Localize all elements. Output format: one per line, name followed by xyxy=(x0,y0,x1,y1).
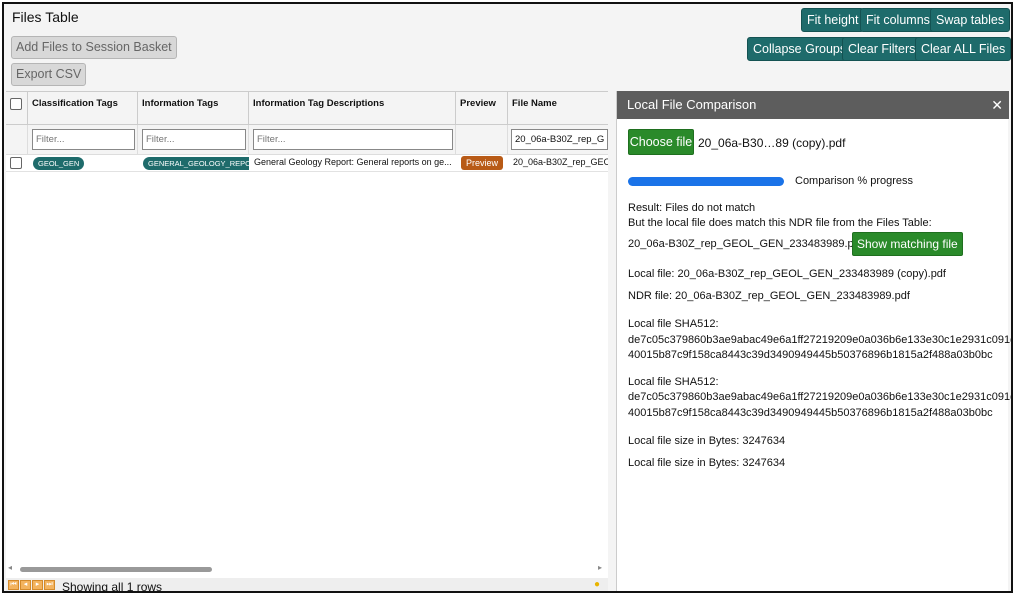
file-size-1: Local file size in Bytes: 3247634 xyxy=(628,435,786,447)
sha-label-2: Local file SHA512: xyxy=(628,376,719,388)
description-cell: General Geology Report: General reports … xyxy=(254,157,452,167)
pager-prev-icon[interactable]: ◂ xyxy=(20,580,31,590)
horizontal-scrollbar[interactable]: ◂ ▸ xyxy=(8,563,606,574)
select-all-cell xyxy=(6,92,28,125)
clear-all-files-button[interactable]: Clear ALL Files xyxy=(915,37,1011,61)
file-size-2: Local file size in Bytes: 3247634 xyxy=(628,457,786,469)
row-checkbox[interactable] xyxy=(10,157,22,169)
column-header-file-name[interactable]: File Name xyxy=(508,92,608,125)
panel-header: Local File Comparison ✕ xyxy=(617,91,1009,119)
app-frame: Files Table Add Files to Session Basket … xyxy=(2,2,1013,593)
row-count-text: Showing all 1 rows xyxy=(62,580,163,593)
lightbulb-icon[interactable]: ● xyxy=(594,579,600,590)
filter-row xyxy=(6,125,608,155)
sha-line-2a: de7c05c379860b3ae9abac49e6a1ff27219209e0… xyxy=(628,391,1013,403)
ndr-file-text: NDR file: 20_06a-B30Z_rep_GEOL_GEN_23348… xyxy=(628,290,910,302)
information-tag-badge: GENERAL_GEOLOGY_REPORT xyxy=(143,157,249,170)
table-header-row: Classification Tags Information Tags Inf… xyxy=(6,92,608,125)
filter-file-name[interactable] xyxy=(511,129,608,150)
filter-information-tags[interactable] xyxy=(142,129,246,150)
local-file-text: Local file: 20_06a-B30Z_rep_GEOL_GEN_233… xyxy=(628,268,946,280)
fit-height-button[interactable]: Fit height xyxy=(801,8,865,32)
preview-button[interactable]: Preview xyxy=(461,156,504,170)
pager-first-icon[interactable]: ⏮ xyxy=(8,580,19,590)
progress-label: Comparison % progress xyxy=(795,175,913,187)
show-matching-file-button[interactable]: Show matching file xyxy=(852,232,963,256)
page-title: Files Table xyxy=(12,9,79,25)
chosen-file-name: 20_06a-B30…89 (copy).pdf xyxy=(698,136,846,150)
filter-descriptions[interactable] xyxy=(253,129,453,150)
swap-tables-button[interactable]: Swap tables xyxy=(930,8,1011,32)
sha-line-1a: de7c05c379860b3ae9abac49e6a1ff27219209e0… xyxy=(628,334,1013,346)
file-name-cell: 20_06a-B30Z_rep_GEOL_GEN_233483989.pdf xyxy=(513,157,608,167)
table-row[interactable]: GEOL_GEN GENERAL_GEOLOGY_REPORT General … xyxy=(6,155,608,172)
pager-next-icon[interactable]: ▸ xyxy=(32,580,43,590)
column-header-preview[interactable]: Preview xyxy=(456,92,508,125)
filter-classification-tags[interactable] xyxy=(32,129,135,150)
column-header-descriptions[interactable]: Information Tag Descriptions xyxy=(249,92,456,125)
sha-line-2b: 40015b87c9f158ca8443c39d3490949445b50376… xyxy=(628,407,993,419)
comparison-progress-bar xyxy=(628,177,784,186)
scroll-right-icon[interactable]: ▸ xyxy=(598,563,602,572)
column-header-classification-tags[interactable]: Classification Tags xyxy=(28,92,138,125)
classification-tag-badge: GEOL_GEN xyxy=(33,157,85,170)
column-header-information-tags[interactable]: Information Tags xyxy=(138,92,249,125)
local-file-comparison-panel: Local File Comparison ✕ Choose file 20_0… xyxy=(616,91,1011,591)
select-all-checkbox[interactable] xyxy=(10,98,22,110)
result-text: Result: Files do not match xyxy=(628,202,756,214)
close-icon[interactable]: ✕ xyxy=(991,97,1003,114)
sha-line-1b: 40015b87c9f158ca8443c39d3490949445b50376… xyxy=(628,349,993,361)
sha-label-1: Local file SHA512: xyxy=(628,318,719,330)
panel-title: Local File Comparison xyxy=(627,97,757,112)
match-note: But the local file does match this NDR f… xyxy=(628,217,932,229)
choose-file-button[interactable]: Choose file xyxy=(628,129,694,155)
pager-last-icon[interactable]: ⏭ xyxy=(44,580,55,590)
fit-columns-button[interactable]: Fit columns xyxy=(860,8,936,32)
scrollbar-thumb[interactable] xyxy=(20,567,212,572)
collapse-groups-button[interactable]: Collapse Groups xyxy=(747,37,853,61)
table-footer: ⏮ ◂ ▸ ⏭ Showing all 1 rows ● xyxy=(6,578,608,593)
export-csv-button[interactable]: Export CSV xyxy=(11,63,87,86)
matching-file-name: 20_06a-B30Z_rep_GEOL_GEN_233483989.pdf xyxy=(628,238,863,250)
add-to-basket-button[interactable]: Add Files to Session Basket xyxy=(11,36,177,59)
clear-filters-button[interactable]: Clear Filters xyxy=(842,37,922,61)
files-table: Classification Tags Information Tags Inf… xyxy=(6,91,608,591)
scroll-left-icon[interactable]: ◂ xyxy=(8,563,12,572)
